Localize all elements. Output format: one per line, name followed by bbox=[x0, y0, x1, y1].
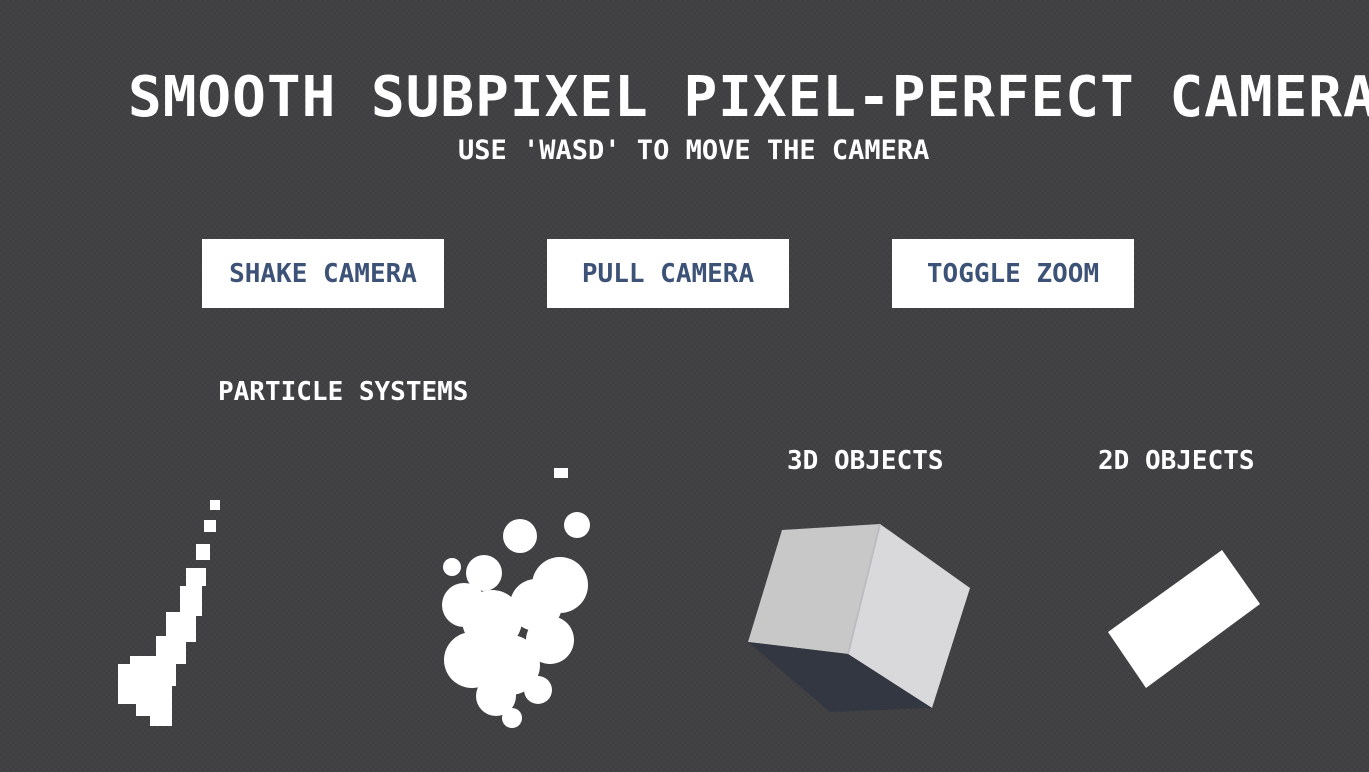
particle-explosion bbox=[442, 468, 590, 728]
page-title: SMOOTH SUBPIXEL PIXEL-PERFECT CAMERA bbox=[128, 65, 1369, 130]
particle-trail-left bbox=[118, 500, 220, 726]
toggle-zoom-button[interactable]: TOGGLE ZOOM bbox=[892, 239, 1134, 308]
particle-systems-label: PARTICLE SYSTEMS bbox=[218, 377, 469, 407]
2d-sprite bbox=[1108, 550, 1260, 688]
shake-camera-button[interactable]: SHAKE CAMERA bbox=[202, 239, 444, 308]
page-subtitle: USE 'WASD' TO MOVE THE CAMERA bbox=[458, 135, 930, 166]
3d-cube bbox=[748, 523, 970, 712]
pull-camera-button[interactable]: PULL CAMERA bbox=[547, 239, 789, 308]
3d-objects-label: 3D OBJECTS bbox=[787, 446, 944, 476]
2d-objects-label: 2D OBJECTS bbox=[1098, 446, 1255, 476]
